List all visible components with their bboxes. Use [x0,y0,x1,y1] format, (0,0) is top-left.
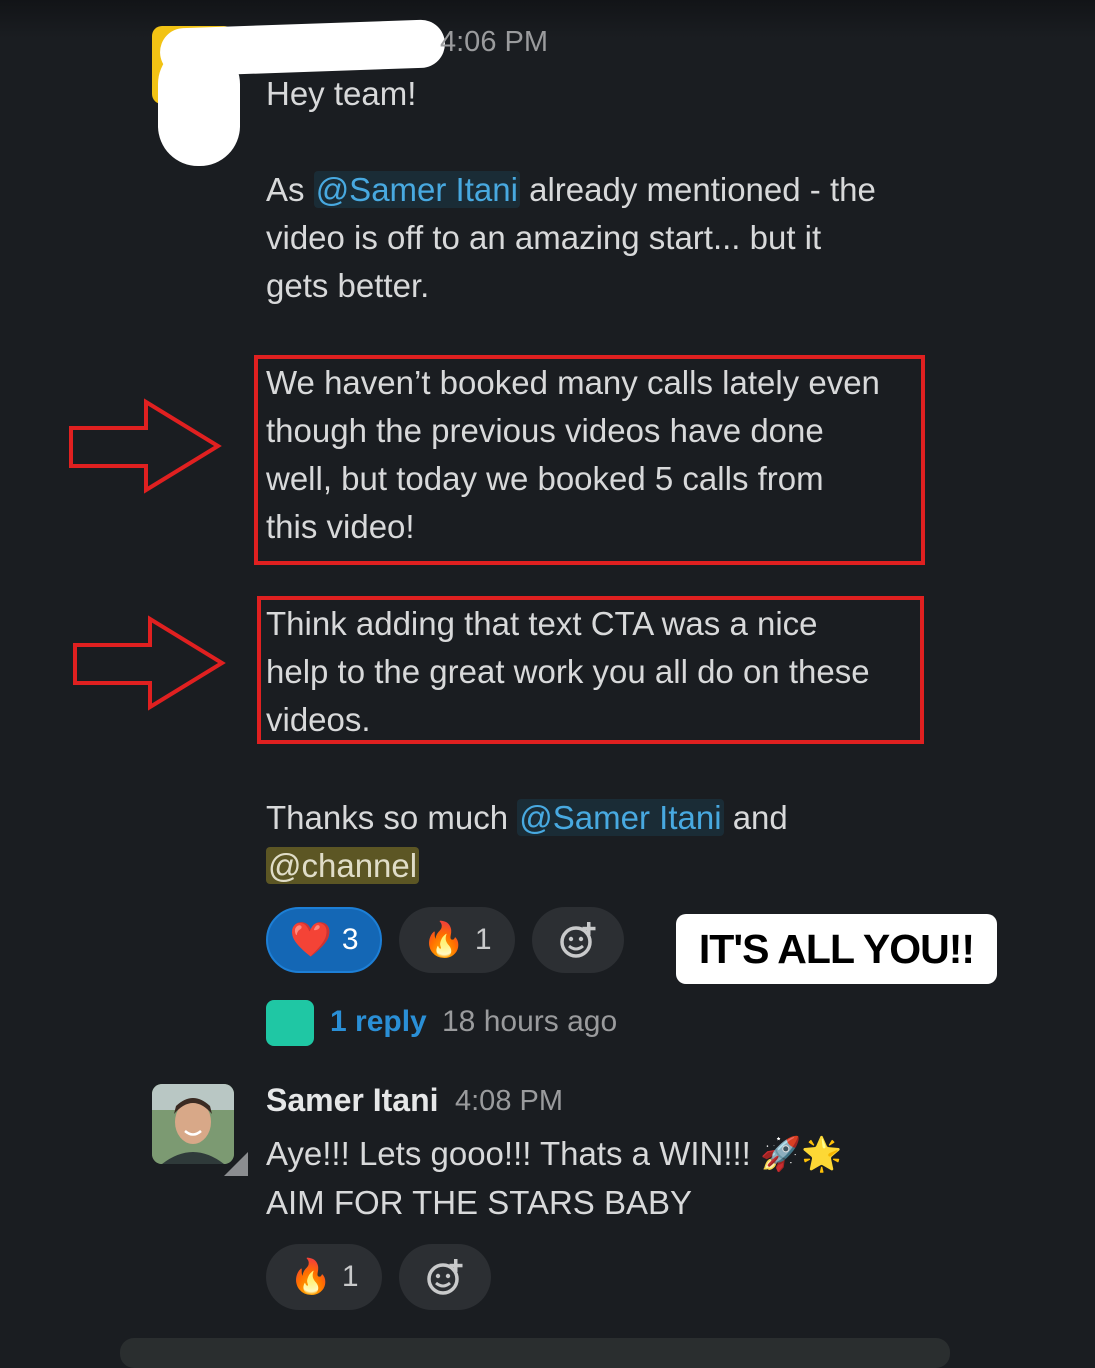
message-line: video is off to an amazing start... but … [266,219,822,256]
status-indicator [224,1152,248,1176]
reply-avatar [266,1000,314,1046]
message-line: this video! [266,508,415,545]
message-line: Thanks so much @Samer Itani and [266,799,788,836]
add-reaction-icon [560,922,596,958]
reaction-heart[interactable]: ❤️ 3 [266,907,382,973]
message-composer-edge [120,1338,950,1368]
message-timestamp: 4:08 PM [455,1085,563,1117]
message-line: help to the great work you all do on the… [266,653,870,690]
message-line: Aye!!! Lets gooo!!! Thats a WIN!!! 🚀🌟 [266,1135,843,1172]
message-line: well, but today we booked 5 calls from [266,460,824,497]
fire-icon: 🔥 [289,1258,332,1296]
reaction-fire[interactable]: 🔥 1 [399,907,515,973]
message-line: We haven’t booked many calls lately even [266,364,880,401]
heart-icon: ❤️ [289,921,332,959]
message-greeting: Hey team! [266,75,417,112]
message-line: As @Samer Itani already mentioned - the [266,171,876,208]
reaction-count: 3 [341,923,359,956]
reaction-count: 1 [474,923,492,956]
add-reaction-button[interactable] [532,907,624,973]
thread-last-reply-time: 18 hours ago [442,1005,618,1038]
reaction-fire[interactable]: 🔥 1 [266,1244,382,1310]
message-line: @channel [266,842,420,890]
red-arrow-icon [73,615,226,711]
message-line: gets better. [266,267,430,304]
sender-name[interactable]: Samer Itani [266,1082,439,1119]
message-line: Think adding that text CTA was a nice [266,605,818,642]
reaction-count: 1 [341,1260,359,1293]
channel-mention[interactable]: @channel [266,847,420,884]
message-line: though the previous videos have done [266,412,824,449]
message-line: AIM FOR THE STARS BABY [266,1184,693,1221]
callout-label: IT'S ALL YOU!! [676,914,997,984]
user-mention[interactable]: @Samer Itani [313,171,520,208]
user-mention[interactable]: @Samer Itani [517,799,724,836]
profile-photo [152,1084,234,1164]
fire-icon: 🔥 [422,921,465,959]
sender-avatar[interactable] [152,1084,234,1164]
thread-replies-link[interactable]: 1 reply [330,1005,427,1039]
message-timestamp: 4:06 PM [440,26,548,58]
redaction-mark [158,44,240,166]
message-line: videos. [266,701,371,738]
red-arrow-icon [69,398,222,494]
add-reaction-button[interactable] [399,1244,491,1310]
add-reaction-icon [427,1259,463,1295]
